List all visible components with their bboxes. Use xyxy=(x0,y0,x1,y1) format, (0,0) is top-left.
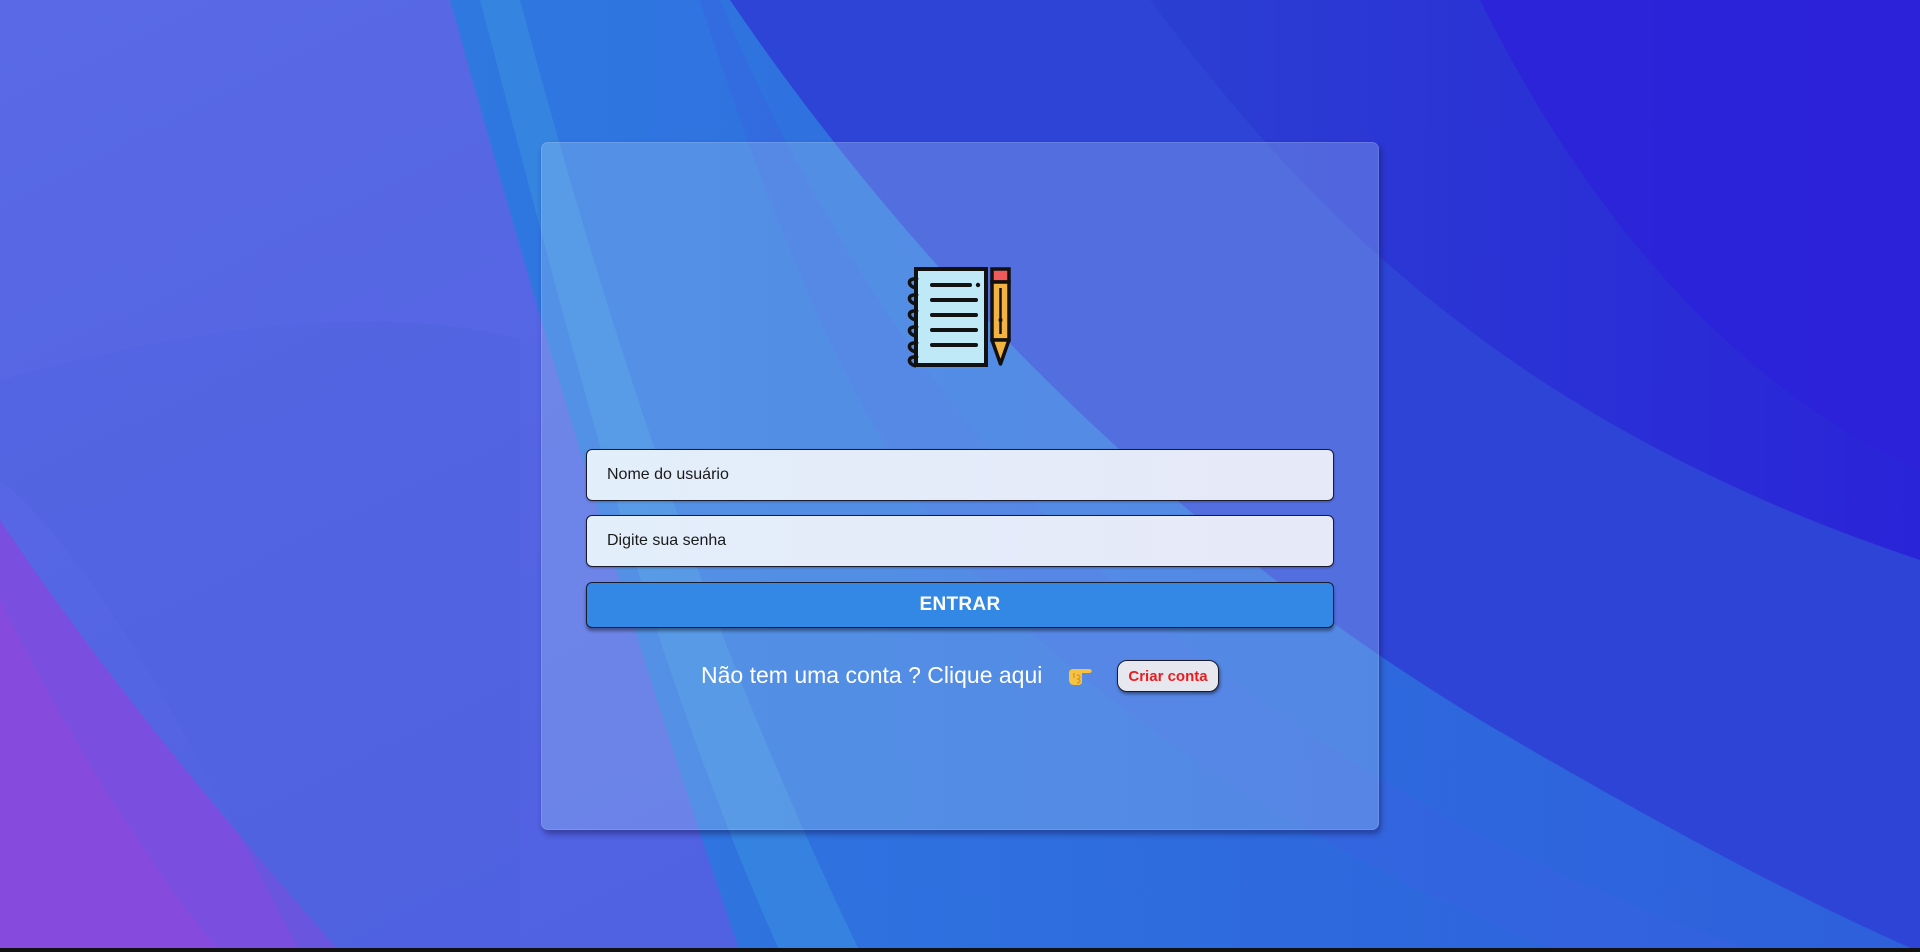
notebook-pencil-icon xyxy=(904,266,1014,372)
signup-row: Não tem uma conta ? Clique aqui Criar co… xyxy=(542,655,1380,695)
create-account-button[interactable]: Criar conta xyxy=(1117,660,1219,692)
signup-prompt: Não tem uma conta ? Clique aqui xyxy=(701,662,1043,688)
password-input[interactable] xyxy=(586,515,1334,567)
username-input[interactable] xyxy=(586,449,1334,501)
pointing-hand-icon xyxy=(1067,664,1095,686)
login-card: ENTRAR Não tem uma conta ? Clique aqui C… xyxy=(541,142,1379,830)
enter-button[interactable]: ENTRAR xyxy=(586,582,1334,628)
